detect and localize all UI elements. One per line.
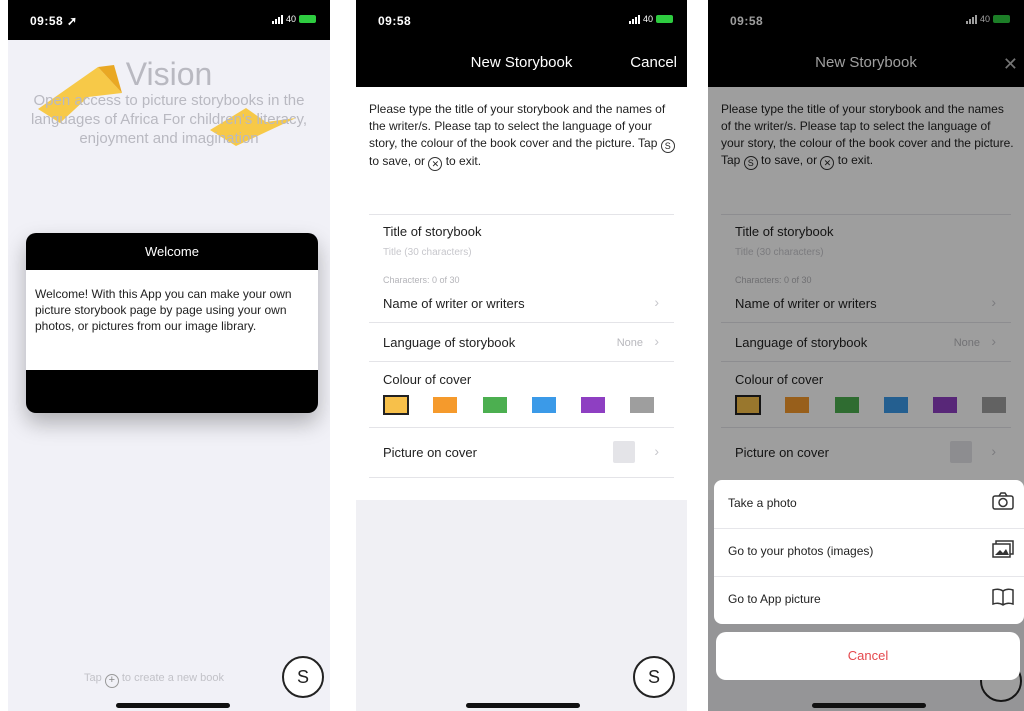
- picture-source-screen: 09:58 40 New Storybook ✕ Please type the…: [708, 0, 1024, 711]
- network-label: 40: [285, 14, 296, 24]
- new-storybook-screen: 09:58 40 New Storybook Cancel Please typ…: [356, 0, 687, 711]
- home-indicator: [466, 703, 580, 708]
- picture-row[interactable]: Picture on cover: [383, 445, 477, 460]
- battery-icon: [656, 15, 673, 23]
- app-picture-option[interactable]: Go to App picture: [714, 576, 1024, 624]
- option-label: Take a photo: [728, 496, 797, 510]
- vision-text: Open access to picture storybooks in the…: [30, 92, 308, 147]
- chevron-right-icon: ›: [654, 333, 659, 349]
- colour-swatch-blue[interactable]: [532, 397, 556, 413]
- colour-swatch-green[interactable]: [483, 397, 507, 413]
- signal-indicator: 40: [628, 14, 673, 24]
- welcome-dialog: Welcome Welcome! With this App you can m…: [26, 233, 318, 413]
- book-icon: [992, 588, 1014, 611]
- action-sheet: Take a photo Go to your photos (images) …: [714, 480, 1024, 624]
- close-circle-icon: ✕: [428, 157, 443, 171]
- create-hint: Tap + to create a new book: [84, 672, 224, 688]
- s-button[interactable]: S: [633, 656, 675, 698]
- camera-icon: [992, 492, 1014, 515]
- status-time: 09:58 ➚: [30, 14, 78, 28]
- status-time: 09:58: [378, 14, 412, 28]
- s-button[interactable]: S: [282, 656, 324, 698]
- char-counter: Characters: 0 of 30: [383, 275, 460, 285]
- save-circle-icon: S: [660, 139, 675, 153]
- vision-heading: Vision: [125, 56, 213, 92]
- nav-bar: New Storybook Cancel: [356, 40, 687, 87]
- home-indicator: [812, 703, 926, 708]
- cancel-button[interactable]: Cancel: [630, 54, 677, 71]
- take-photo-option[interactable]: Take a photo: [714, 480, 1024, 529]
- instructions: Please type the title of your storybook …: [369, 101, 679, 171]
- photos-option[interactable]: Go to your photos (images): [714, 528, 1024, 577]
- option-label: Go to App picture: [728, 592, 821, 606]
- divider: [369, 427, 674, 428]
- home-indicator: [116, 703, 230, 708]
- hint-suffix: to create a new book: [121, 672, 224, 684]
- signal-bars-icon: [628, 14, 640, 24]
- cancel-button[interactable]: Cancel: [716, 632, 1020, 680]
- divider: [369, 322, 674, 323]
- title-input[interactable]: Title (30 characters): [383, 247, 472, 258]
- storybook-form: Please type the title of your storybook …: [356, 87, 687, 500]
- chevron-right-icon: ›: [654, 443, 659, 459]
- network-label: 40: [642, 14, 653, 24]
- instruction-text: Please type the title of your storybook …: [369, 102, 666, 150]
- colour-swatch-purple[interactable]: [581, 397, 605, 413]
- image-placeholder-icon: [613, 441, 635, 463]
- colour-label: Colour of cover: [383, 372, 472, 387]
- divider: [369, 214, 674, 215]
- images-icon: [992, 540, 1014, 563]
- battery-icon: [299, 15, 316, 23]
- welcome-screen: 09:58 ➚ 40 Vision Open access to picture…: [8, 0, 330, 711]
- option-label: Go to your photos (images): [728, 544, 874, 558]
- colour-swatch-orange[interactable]: [433, 397, 457, 413]
- instruction-text-3: to exit.: [445, 154, 482, 168]
- dialog-title: Welcome: [145, 244, 199, 259]
- divider: [369, 477, 674, 478]
- chevron-right-icon: ›: [654, 294, 659, 310]
- status-bar: 09:58 ➚ 40: [8, 0, 330, 40]
- title-label: Title of storybook: [383, 224, 482, 239]
- divider: [369, 361, 674, 362]
- language-value: None: [616, 337, 643, 349]
- hint-prefix: Tap: [84, 672, 102, 684]
- instruction-text-2: to save, or: [369, 154, 426, 168]
- signal-bars-icon: [271, 14, 283, 24]
- status-bar: 09:58 40: [356, 0, 687, 40]
- plus-circle-icon: +: [104, 674, 119, 688]
- writer-row[interactable]: Name of writer or writers: [383, 296, 525, 311]
- language-row[interactable]: Language of storybook: [383, 335, 515, 350]
- dialog-body: Welcome! With this App you can make your…: [26, 270, 318, 370]
- colour-swatch-grey[interactable]: [630, 397, 654, 413]
- colour-swatch-yellow[interactable]: [383, 395, 409, 415]
- vision-block: Vision Open access to picture storybooks…: [8, 57, 330, 148]
- signal-indicator: 40: [271, 14, 316, 24]
